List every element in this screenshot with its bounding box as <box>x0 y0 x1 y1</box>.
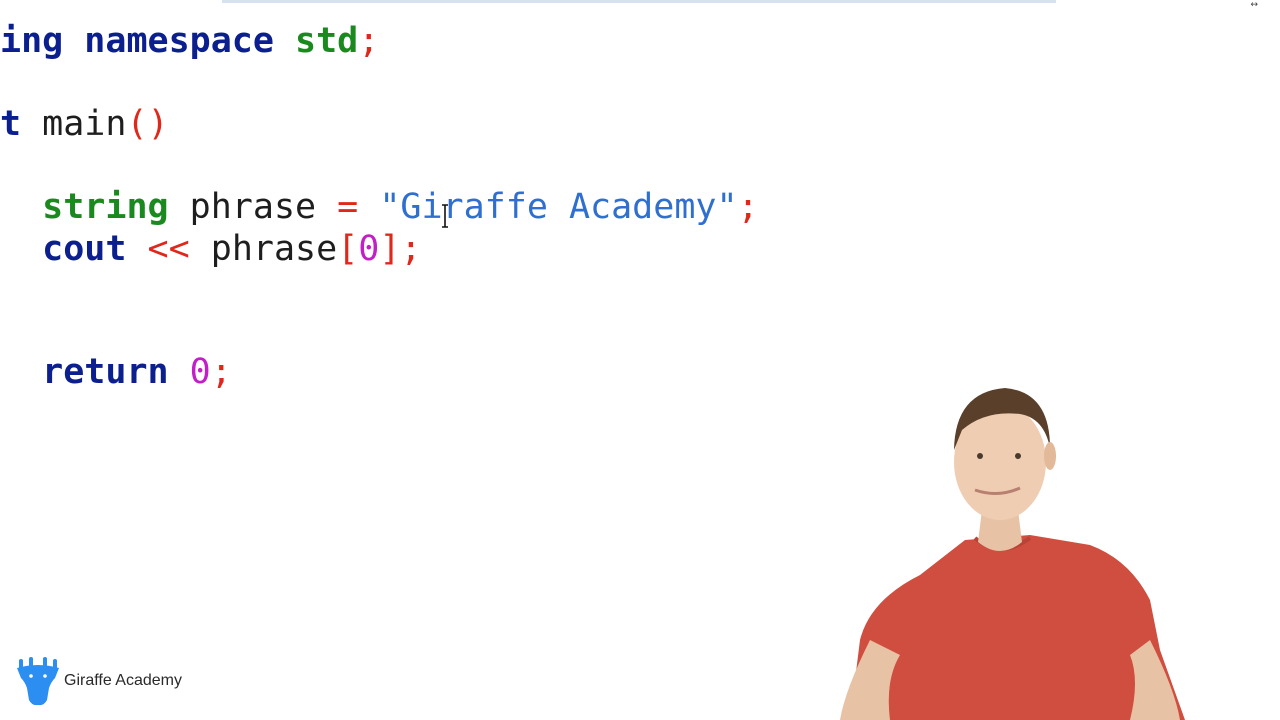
resize-arrows-icon[interactable]: ↔ <box>1250 0 1258 10</box>
code-token: ; <box>737 187 759 227</box>
code-token: main <box>21 104 127 144</box>
code-token: namespace <box>84 21 274 61</box>
code-token: return <box>42 352 169 392</box>
code-token: 0 <box>189 352 211 392</box>
code-token: std <box>295 21 359 61</box>
code-token: phrase <box>168 187 338 227</box>
presenter-video <box>840 388 1185 720</box>
code-editor[interactable]: ing namespace std; t main() string phras… <box>0 0 920 420</box>
code-token: [ <box>337 229 359 269</box>
code-token: = <box>337 187 359 227</box>
logo-text: Giraffe Academy <box>64 672 182 689</box>
code-line-cout: cout << phrase[0]; <box>0 228 422 270</box>
text-cursor-icon <box>442 204 448 228</box>
code-line-using-namespace: ing namespace std; <box>0 20 379 62</box>
code-token: ; <box>210 352 232 392</box>
code-token: t <box>0 104 22 144</box>
code-token: << <box>147 229 190 269</box>
code-token: 0 <box>358 229 380 269</box>
code-line-string-declaration: string phrase = "Giraffe Academy"; <box>0 186 759 228</box>
code-token: cout <box>42 229 127 269</box>
code-token: "Giraffe Academy" <box>358 187 738 227</box>
code-token: () <box>126 104 169 144</box>
code-line-return: return 0; <box>0 351 232 393</box>
code-token: ; <box>358 21 380 61</box>
code-token: string <box>42 187 169 227</box>
code-token: ing <box>0 21 64 61</box>
code-token: ]; <box>379 229 422 269</box>
code-line-main-signature: t main() <box>0 103 169 145</box>
code-token: phrase <box>189 229 338 269</box>
giraffe-academy-logo: Giraffe Academy <box>14 656 182 706</box>
giraffe-logo-icon <box>17 657 59 706</box>
